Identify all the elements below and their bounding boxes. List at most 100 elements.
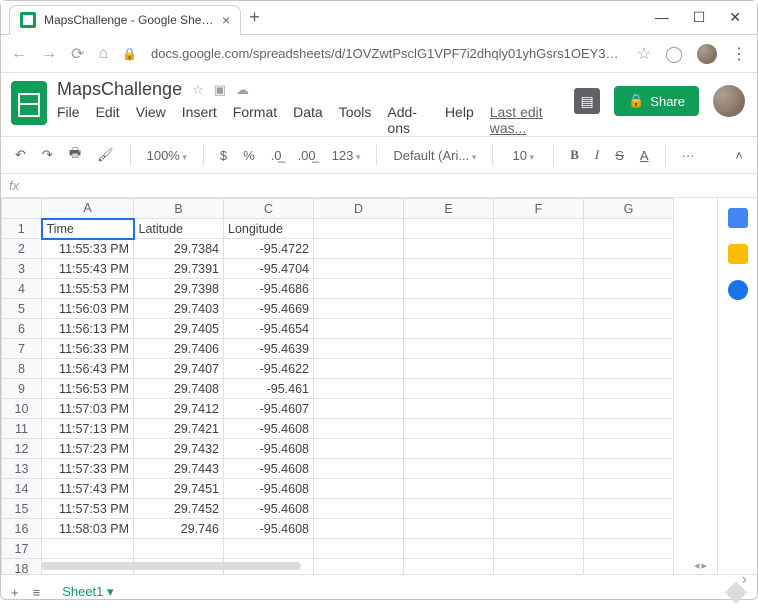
cell[interactable] <box>314 339 404 359</box>
cell[interactable] <box>584 219 674 239</box>
cell[interactable] <box>404 279 494 299</box>
cell[interactable] <box>584 379 674 399</box>
row-header[interactable]: 14 <box>2 479 42 499</box>
close-tab-icon[interactable]: × <box>222 12 230 28</box>
cell[interactable] <box>404 439 494 459</box>
row-header[interactable]: 7 <box>2 339 42 359</box>
sheet-tab-sheet1[interactable]: Sheet1 ▾ <box>54 578 121 608</box>
cell[interactable] <box>494 439 584 459</box>
text-color-button[interactable]: A <box>636 146 653 165</box>
font-size-dropdown[interactable]: 10 <box>505 146 541 165</box>
row-header[interactable]: 1 <box>2 219 42 239</box>
home-icon[interactable]: ⌂ <box>98 45 108 63</box>
redo-icon[interactable]: ↷ <box>38 145 57 165</box>
cell[interactable] <box>494 259 584 279</box>
sheet-nav-arrows[interactable]: ◂▸ <box>694 559 707 572</box>
row-header[interactable]: 15 <box>2 499 42 519</box>
cell[interactable] <box>494 419 584 439</box>
cell[interactable] <box>494 359 584 379</box>
cell[interactable] <box>314 279 404 299</box>
cell[interactable] <box>314 319 404 339</box>
row-header[interactable]: 6 <box>2 319 42 339</box>
row-header[interactable]: 13 <box>2 459 42 479</box>
number-format-dropdown[interactable]: 123 <box>328 146 365 165</box>
cell[interactable] <box>314 399 404 419</box>
all-sheets-button[interactable]: ≡ <box>33 585 41 600</box>
cell[interactable]: 29.7403 <box>134 299 224 319</box>
cell[interactable] <box>404 339 494 359</box>
cell[interactable] <box>404 519 494 539</box>
undo-icon[interactable]: ↶ <box>11 145 30 165</box>
row-header[interactable]: 2 <box>2 239 42 259</box>
cell[interactable]: 11:56:53 PM <box>42 379 134 399</box>
cell[interactable] <box>314 219 404 239</box>
cell[interactable]: 11:55:53 PM <box>42 279 134 299</box>
cell[interactable]: 29.7384 <box>134 239 224 259</box>
cell[interactable] <box>494 319 584 339</box>
cell[interactable]: -95.4608 <box>224 459 314 479</box>
cell[interactable]: -95.4639 <box>224 339 314 359</box>
cell[interactable]: -95.4608 <box>224 499 314 519</box>
menu-tools[interactable]: Tools <box>339 104 372 136</box>
cell[interactable] <box>314 459 404 479</box>
cell[interactable] <box>494 279 584 299</box>
profile-avatar-icon[interactable] <box>697 44 717 64</box>
cell[interactable] <box>404 259 494 279</box>
cell[interactable]: -95.4686 <box>224 279 314 299</box>
column-header-D[interactable]: D <box>314 199 404 219</box>
cell[interactable] <box>404 559 494 575</box>
cell[interactable]: 11:57:23 PM <box>42 439 134 459</box>
cell[interactable]: 29.7408 <box>134 379 224 399</box>
column-header-C[interactable]: C <box>224 199 314 219</box>
font-dropdown[interactable]: Default (Ari... <box>389 146 480 165</box>
cell[interactable] <box>314 539 404 559</box>
menu-add-ons[interactable]: Add-ons <box>387 104 429 136</box>
column-header-F[interactable]: F <box>494 199 584 219</box>
cell[interactable] <box>494 519 584 539</box>
cell[interactable] <box>494 539 584 559</box>
row-header[interactable]: 10 <box>2 399 42 419</box>
cell[interactable]: 29.7405 <box>134 319 224 339</box>
cell[interactable] <box>584 299 674 319</box>
cell[interactable] <box>404 319 494 339</box>
cell[interactable]: Latitude <box>134 219 224 239</box>
cell[interactable] <box>404 299 494 319</box>
cell[interactable]: -95.4607 <box>224 399 314 419</box>
bold-button[interactable]: B <box>566 145 583 165</box>
cell[interactable] <box>584 439 674 459</box>
cell[interactable] <box>584 399 674 419</box>
cell[interactable] <box>314 379 404 399</box>
cell[interactable]: 11:55:33 PM <box>42 239 134 259</box>
close-window-icon[interactable]: ✕ <box>729 9 741 26</box>
browser-menu-icon[interactable]: ⋮ <box>731 44 747 64</box>
cloud-status-icon[interactable]: ☁ <box>236 82 249 98</box>
cell[interactable] <box>494 339 584 359</box>
cell[interactable]: -95.4722 <box>224 239 314 259</box>
cell[interactable] <box>134 539 224 559</box>
cell[interactable]: 29.7407 <box>134 359 224 379</box>
cell[interactable] <box>404 239 494 259</box>
extension-icon[interactable]: ◯ <box>665 44 683 64</box>
calendar-icon[interactable] <box>728 208 748 228</box>
cell[interactable] <box>584 359 674 379</box>
cell[interactable] <box>314 559 404 575</box>
cell[interactable] <box>584 339 674 359</box>
decrease-decimal-button[interactable]: .0̲ <box>267 146 286 165</box>
cell[interactable] <box>494 379 584 399</box>
cell[interactable]: -95.4608 <box>224 479 314 499</box>
row-header[interactable]: 17 <box>2 539 42 559</box>
reload-icon[interactable]: ⟳ <box>71 44 84 64</box>
increase-decimal-button[interactable]: .00̲ <box>294 146 320 165</box>
cell[interactable] <box>314 519 404 539</box>
cell[interactable] <box>584 539 674 559</box>
cell[interactable]: Time <box>42 219 134 239</box>
strikethrough-button[interactable]: S <box>611 146 628 165</box>
menu-insert[interactable]: Insert <box>182 104 217 136</box>
cell[interactable]: 11:57:13 PM <box>42 419 134 439</box>
cell[interactable] <box>314 479 404 499</box>
tasks-icon[interactable] <box>728 280 748 300</box>
browser-tab[interactable]: MapsChallenge - Google Sheets × <box>9 5 241 35</box>
row-header[interactable]: 4 <box>2 279 42 299</box>
menu-file[interactable]: File <box>57 104 80 136</box>
back-icon[interactable]: ← <box>11 45 27 63</box>
